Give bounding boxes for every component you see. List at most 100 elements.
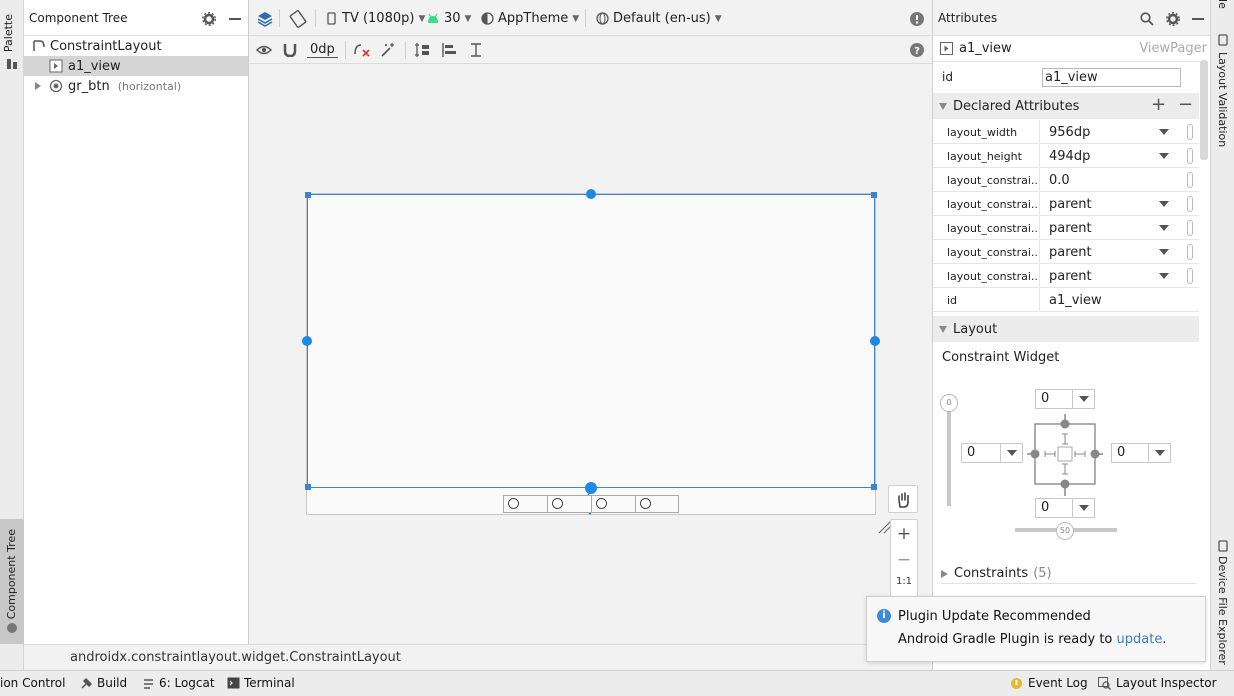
declared-attributes-header[interactable]: Declared Attributes + − xyxy=(933,93,1199,119)
margin-top-field[interactable]: 0 xyxy=(1035,389,1095,409)
resource-picker-button[interactable] xyxy=(1187,220,1193,236)
attribute-value[interactable]: 0.0 xyxy=(1049,173,1070,188)
resize-handle-top-right[interactable] xyxy=(871,192,877,198)
version-control-tab[interactable]: ion Control xyxy=(0,676,65,690)
remove-attribute-button[interactable]: − xyxy=(1178,94,1193,115)
radio-button[interactable] xyxy=(548,496,592,512)
layout-section-header[interactable]: Layout xyxy=(933,316,1199,342)
resize-handle-bottom-left[interactable] xyxy=(305,484,311,490)
resize-handle-bottom-right[interactable] xyxy=(871,484,877,490)
vertical-bias-slider[interactable] xyxy=(947,396,951,506)
search-icon[interactable] xyxy=(1140,12,1154,26)
tree-item-gr-btn[interactable]: gr_btn (horizontal) xyxy=(24,76,248,96)
chevron-down-icon[interactable] xyxy=(1159,153,1169,159)
file-tab-label[interactable]: ile xyxy=(1216,0,1229,9)
zoom-actual-size-button[interactable]: 1:1 xyxy=(891,576,917,594)
clear-constraints-icon[interactable] xyxy=(353,42,371,58)
chevron-down-icon[interactable] xyxy=(1148,444,1170,462)
constraint-anchor-left[interactable] xyxy=(302,336,312,346)
chevron-down-icon[interactable] xyxy=(1159,129,1169,135)
attribute-value[interactable]: parent xyxy=(1049,245,1092,260)
zoom-in-button[interactable]: + xyxy=(891,522,917,546)
vertical-bias-knob[interactable]: 0 xyxy=(940,394,958,412)
resource-picker-button[interactable] xyxy=(1187,196,1193,212)
attribute-value[interactable]: parent xyxy=(1049,269,1092,284)
terminal-tab[interactable]: Terminal xyxy=(227,676,295,690)
infer-constraints-icon[interactable] xyxy=(380,42,396,58)
attribute-value[interactable]: a1_view xyxy=(1049,293,1102,308)
declared-attribute-row[interactable]: layout_constrai... parent xyxy=(933,216,1199,240)
declared-attribute-row[interactable]: layout_constrai... parent xyxy=(933,192,1199,216)
tree-item-constraintlayout[interactable]: ConstraintLayout xyxy=(24,36,248,56)
radio-button[interactable] xyxy=(592,496,636,512)
tree-item-a1-view[interactable]: a1_view xyxy=(24,56,248,76)
id-field[interactable]: a1_view xyxy=(1042,68,1181,87)
chevron-down-icon[interactable] xyxy=(1159,273,1169,279)
help-icon[interactable]: ? xyxy=(910,43,924,57)
minimize-icon[interactable] xyxy=(1191,12,1205,26)
declared-attribute-row[interactable]: layout_constrai... 0.0 xyxy=(933,168,1199,192)
attribute-value[interactable]: 956dp xyxy=(1049,125,1090,140)
expand-arrow-icon[interactable] xyxy=(33,81,43,91)
declared-attribute-row[interactable]: layout_height 494dp xyxy=(933,144,1199,168)
align-icon[interactable] xyxy=(441,42,457,58)
event-log-tab[interactable]: Event Log xyxy=(1010,676,1088,690)
declared-attribute-row[interactable]: layout_constrai... parent xyxy=(933,264,1199,288)
layers-icon[interactable] xyxy=(256,10,274,28)
chevron-down-icon[interactable] xyxy=(1072,499,1094,517)
chevron-down-icon[interactable] xyxy=(1159,249,1169,255)
radio-button[interactable] xyxy=(504,496,548,512)
attribute-value[interactable]: parent xyxy=(1049,197,1092,212)
orientation-icon[interactable] xyxy=(289,10,307,28)
component-tree-tab[interactable]: Component Tree xyxy=(0,519,24,644)
gear-icon[interactable] xyxy=(1166,12,1180,26)
chevron-down-icon[interactable] xyxy=(1072,390,1094,408)
margin-bottom-field[interactable]: 0 xyxy=(1035,498,1095,518)
chevron-down-icon[interactable] xyxy=(1159,201,1169,207)
declared-attribute-row[interactable]: id a1_view xyxy=(933,288,1199,312)
attribute-value[interactable]: parent xyxy=(1049,221,1092,236)
magnet-icon[interactable] xyxy=(283,43,297,57)
radio-button[interactable] xyxy=(636,496,678,512)
locale-selector[interactable]: Default (en-us) ▼ xyxy=(596,11,722,26)
radio-group-gr-btn[interactable] xyxy=(503,495,679,513)
add-attribute-button[interactable]: + xyxy=(1151,94,1166,115)
pack-icon[interactable] xyxy=(414,42,430,58)
constraint-anchor-top[interactable] xyxy=(586,189,596,199)
resource-picker-button[interactable] xyxy=(1187,124,1193,140)
layout-inspector-tab[interactable]: Layout Inspector xyxy=(1098,676,1217,690)
palette-tab[interactable]: Palette xyxy=(0,14,24,72)
chevron-down-icon[interactable] xyxy=(1159,225,1169,231)
update-link[interactable]: update xyxy=(1117,632,1163,647)
horizontal-bias-knob[interactable]: 50 xyxy=(1056,522,1074,540)
component-path-breadcrumb[interactable]: androidx.constraintlayout.widget.Constra… xyxy=(24,644,932,670)
selected-view-a1-view[interactable] xyxy=(302,189,880,494)
gear-icon[interactable] xyxy=(202,12,216,26)
constraints-section-header[interactable]: Constraints (5) xyxy=(941,564,1197,584)
attribute-value[interactable]: 494dp xyxy=(1049,149,1090,164)
default-margin-field[interactable]: 0dp xyxy=(307,41,338,58)
resource-picker-button[interactable] xyxy=(1187,172,1193,188)
resource-picker-button[interactable] xyxy=(1187,268,1193,284)
api-level-selector[interactable]: 30 ▼ xyxy=(426,11,471,26)
guidelines-icon[interactable] xyxy=(469,42,483,58)
warning-icon[interactable] xyxy=(910,12,924,26)
pan-button[interactable] xyxy=(888,485,918,513)
resize-handle-top-left[interactable] xyxy=(305,192,311,198)
plugin-update-notification[interactable]: i Plugin Update Recommended Android Grad… xyxy=(866,596,1206,662)
theme-selector[interactable]: AppTheme ▼ xyxy=(481,11,579,26)
logcat-tab[interactable]: 6: Logcat xyxy=(142,676,215,690)
layout-validation-tab[interactable]: Layout Validation xyxy=(1211,30,1234,147)
device-file-explorer-tab[interactable]: Device File Explorer xyxy=(1211,538,1234,665)
declared-attribute-row[interactable]: layout_width 956dp xyxy=(933,120,1199,144)
device-selector[interactable]: TV (1080p) ▼ xyxy=(327,11,425,26)
zoom-out-button[interactable]: − xyxy=(891,548,917,572)
declared-attribute-row[interactable]: layout_constrai... parent xyxy=(933,240,1199,264)
build-tab[interactable]: Build xyxy=(80,676,127,690)
resource-picker-button[interactable] xyxy=(1187,244,1193,260)
eye-icon[interactable] xyxy=(256,44,272,56)
resource-picker-button[interactable] xyxy=(1187,148,1193,164)
attributes-scrollbar[interactable] xyxy=(1200,60,1208,160)
minimize-icon[interactable] xyxy=(228,12,242,26)
constraint-anchor-right[interactable] xyxy=(870,336,880,346)
